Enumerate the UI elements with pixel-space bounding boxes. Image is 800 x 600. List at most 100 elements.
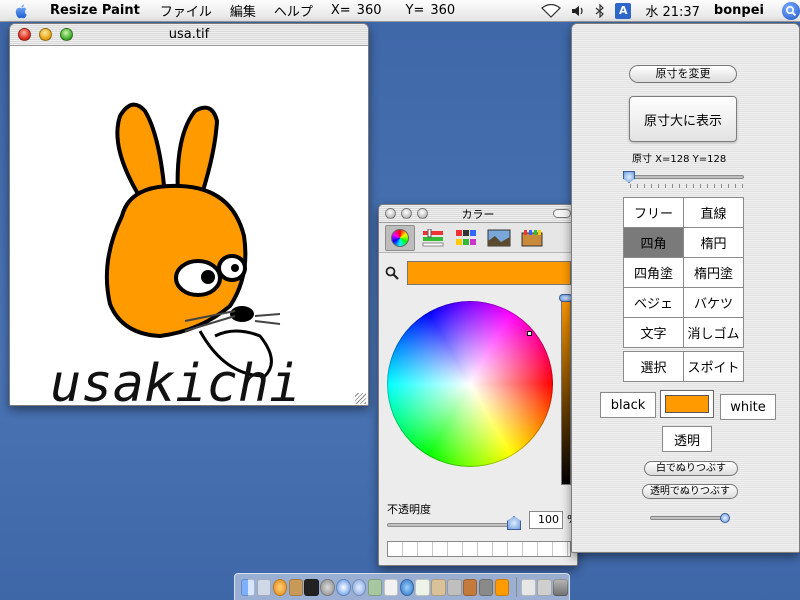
show-actual-size-button[interactable]: 原寸大に表示 xyxy=(629,96,737,142)
minimize-button[interactable] xyxy=(39,28,52,41)
utility-icon[interactable] xyxy=(478,578,494,596)
opacity-slider[interactable] xyxy=(387,523,517,527)
tool-palette: 原寸を変更 原寸大に表示 原寸 X=128 Y=128 フリー 直線 四角 楕円… xyxy=(571,23,800,553)
opacity-slider-knob[interactable] xyxy=(507,516,521,530)
printer-icon[interactable] xyxy=(447,578,462,596)
white-color-button[interactable]: white xyxy=(720,394,776,420)
y-coord-value: 360 xyxy=(430,3,456,18)
current-color-swatch[interactable] xyxy=(407,261,571,285)
tool-line[interactable]: 直線 xyxy=(683,197,744,228)
color-panel-titlebar[interactable]: カラー xyxy=(379,205,577,223)
downloads-icon[interactable] xyxy=(537,578,552,596)
color-wheel[interactable] xyxy=(387,301,553,467)
color-palettes-mode-icon[interactable] xyxy=(451,225,481,251)
textedit-icon[interactable] xyxy=(415,578,430,596)
color-wheel-marker[interactable] xyxy=(527,331,532,336)
wifi-icon[interactable] xyxy=(541,3,562,18)
size-slider[interactable] xyxy=(626,175,744,179)
user-name[interactable]: bonpei xyxy=(714,3,764,18)
tool-freehand[interactable]: フリー xyxy=(623,197,684,228)
change-actual-size-button[interactable]: 原寸を変更 xyxy=(629,65,737,83)
system-prefs-icon[interactable] xyxy=(320,578,335,596)
safari-icon[interactable] xyxy=(336,578,351,596)
size-slider-ticks xyxy=(630,184,744,188)
current-color-well[interactable] xyxy=(660,390,714,418)
minimize-button[interactable] xyxy=(401,208,412,219)
menu-extras: A 水 21:37 bonpei xyxy=(531,1,800,20)
preview-icon[interactable] xyxy=(367,578,383,596)
menu-bar: Resize Paint ファイル 編集 ヘルプ X= 360 Y= 360 A… xyxy=(0,0,800,22)
spotlight-icon[interactable] xyxy=(782,1,800,20)
volume-icon[interactable] xyxy=(571,4,585,18)
selection-tool-grid: 選択 スポイト xyxy=(623,351,745,382)
photo-icon[interactable] xyxy=(463,578,478,596)
mail-icon[interactable] xyxy=(256,578,272,596)
color-swatch-row xyxy=(379,253,577,289)
color-wheel-area xyxy=(379,289,577,489)
dock-separator xyxy=(515,577,517,597)
quicktime-icon[interactable] xyxy=(399,578,414,596)
address-book-icon[interactable] xyxy=(288,578,303,596)
tool-bucket[interactable]: バケツ xyxy=(683,287,744,318)
actual-size-label: 原寸 X=128 Y=128 xyxy=(632,154,727,165)
x-coord-label: X= xyxy=(330,3,351,18)
zoom-button[interactable] xyxy=(417,208,428,219)
resize-paint-icon[interactable] xyxy=(494,578,510,596)
tool-select[interactable]: 選択 xyxy=(623,351,684,382)
image-text: usakichi xyxy=(50,354,300,406)
size-slider-knob[interactable] xyxy=(623,171,635,183)
crayons-mode-icon[interactable] xyxy=(517,225,547,251)
image-window-titlebar[interactable]: usa.tif xyxy=(10,24,368,46)
magnifier-icon[interactable] xyxy=(385,266,399,280)
saved-swatches-tray[interactable] xyxy=(387,541,571,557)
window-controls xyxy=(18,28,81,41)
pen-width-slider[interactable] xyxy=(650,516,728,520)
menu-file[interactable]: ファイル xyxy=(160,1,212,20)
image-palettes-mode-icon[interactable] xyxy=(484,225,514,251)
tool-filled-ellipse[interactable]: 楕円塗 xyxy=(683,257,744,288)
tool-ellipse[interactable]: 楕円 xyxy=(683,227,744,258)
black-color-button[interactable]: black xyxy=(600,392,656,418)
opacity-value-field[interactable]: 100 xyxy=(529,511,563,529)
menu-edit[interactable]: 編集 xyxy=(230,1,256,20)
apple-menu-icon[interactable] xyxy=(14,3,30,19)
close-button[interactable] xyxy=(385,208,396,219)
fill-transparent-button[interactable]: 透明でぬりつぶす xyxy=(642,484,738,499)
image-window: usa.tif usakichi xyxy=(9,23,369,406)
tool-text[interactable]: 文字 xyxy=(623,317,684,348)
trash-icon[interactable] xyxy=(553,578,568,596)
brightness-slider[interactable] xyxy=(561,297,571,485)
input-source-icon[interactable]: A xyxy=(615,2,632,19)
pen-width-slider-knob[interactable] xyxy=(720,513,730,523)
resize-handle[interactable] xyxy=(355,393,366,404)
transparent-color-button[interactable]: 透明 xyxy=(662,426,712,452)
color-panel: カラー 不透明度 100 % xyxy=(378,204,578,566)
tool-eraser[interactable]: 消しゴム xyxy=(683,317,744,348)
tool-bezier[interactable]: ベジェ xyxy=(623,287,684,318)
color-mode-bar xyxy=(379,223,577,253)
zoom-button[interactable] xyxy=(60,28,73,41)
iphoto-icon[interactable] xyxy=(431,578,446,596)
color-sliders-mode-icon[interactable] xyxy=(418,225,448,251)
menu-clock[interactable]: 水 21:37 xyxy=(645,1,700,20)
music-icon[interactable] xyxy=(272,578,288,596)
tool-eyedropper[interactable]: スポイト xyxy=(683,351,744,382)
fill-white-button[interactable]: 白でぬりつぶす xyxy=(644,461,738,476)
app-name-menu[interactable]: Resize Paint xyxy=(50,3,140,18)
ical-icon[interactable] xyxy=(383,578,399,596)
image-window-title: usa.tif xyxy=(168,27,210,42)
menu-help[interactable]: ヘルプ xyxy=(274,1,313,20)
canvas[interactable]: usakichi xyxy=(10,46,368,406)
document-icon[interactable] xyxy=(521,578,536,596)
opacity-label: 不透明度 xyxy=(387,503,431,516)
finder-icon[interactable] xyxy=(241,578,256,596)
itunes-icon[interactable] xyxy=(352,578,367,596)
close-button[interactable] xyxy=(18,28,31,41)
tool-filled-rectangle[interactable]: 四角塗 xyxy=(623,257,684,288)
tool-rectangle[interactable]: 四角 xyxy=(623,227,684,258)
terminal-icon[interactable] xyxy=(304,578,319,596)
toolbar-toggle-button[interactable] xyxy=(553,209,571,218)
bluetooth-icon[interactable] xyxy=(595,3,605,18)
color-wheel-mode-icon[interactable] xyxy=(385,224,415,251)
drawing-tool-grid: フリー 直線 四角 楕円 四角塗 楕円塗 ベジェ バケツ 文字 消しゴム xyxy=(623,197,745,348)
